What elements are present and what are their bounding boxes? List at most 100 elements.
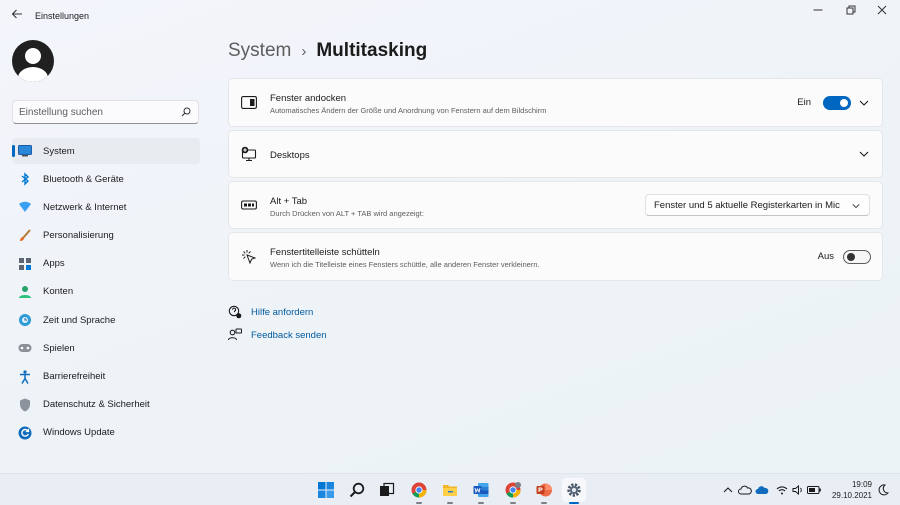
- back-button[interactable]: [9, 8, 25, 24]
- shake-cursor-icon: [241, 249, 257, 265]
- card-title: Fenstertitelleiste schütteln: [270, 247, 380, 258]
- chevron-down-icon[interactable]: [859, 98, 869, 108]
- sidebar-item-label: Barrierefreiheit: [43, 371, 106, 382]
- sidebar-item-label: Bluetooth & Geräte: [43, 173, 124, 185]
- tray-onedrive[interactable]: [738, 483, 752, 497]
- dropdown-value: Fenster und 5 aktuelle Registerkarten in…: [654, 200, 840, 211]
- feedback-link-text[interactable]: Feedback senden: [251, 330, 327, 341]
- onedrive-icon: [738, 485, 752, 495]
- sidebar-item-label: Netzwerk & Internet: [43, 201, 127, 213]
- file-explorer-icon: [443, 485, 457, 496]
- restore-icon: [846, 5, 856, 15]
- tray-wifi[interactable]: [775, 483, 789, 497]
- sidebar-item-label: Konten: [43, 286, 74, 298]
- bluetooth-icon: [18, 172, 32, 186]
- system-icon: [18, 144, 32, 158]
- snap-windows-card[interactable]: Fenster andocken Automatisches Ändern de…: [228, 78, 883, 127]
- avatar-body: [18, 67, 48, 82]
- sidebar-item-apps[interactable]: Apps: [12, 251, 200, 277]
- chevron-down-icon[interactable]: [859, 149, 869, 159]
- brush-icon: [18, 228, 32, 243]
- sidebar-item-accessibility[interactable]: Barrierefreiheit: [12, 364, 200, 390]
- help-link-text[interactable]: Hilfe anfordern: [251, 307, 313, 318]
- apps-icon: [18, 257, 32, 271]
- alt-tab-card: Alt + Tab Durch Drücken von ALT + TAB wi…: [228, 181, 883, 229]
- toggle-state-label: Ein: [797, 96, 811, 108]
- alt-tab-icon: [241, 197, 257, 213]
- task-view-button[interactable]: [375, 478, 399, 502]
- desktops-card[interactable]: Desktops: [228, 130, 883, 178]
- taskbar-clock[interactable]: 19:09 29.10.2021: [832, 479, 872, 501]
- sidebar-item-gaming[interactable]: Spielen: [12, 335, 200, 361]
- tray-battery[interactable]: [807, 483, 821, 497]
- snap-layout-icon: [241, 95, 257, 111]
- sidebar-item-accounts[interactable]: Konten: [12, 279, 200, 305]
- sidebar-item-personalization[interactable]: Personalisierung: [12, 223, 200, 249]
- sidebar-item-time-language[interactable]: Zeit und Sprache: [12, 307, 200, 333]
- feedback-icon: [228, 328, 242, 342]
- tray-overflow[interactable]: [721, 483, 735, 497]
- restore-button[interactable]: [839, 4, 863, 20]
- breadcrumb-parent[interactable]: System: [228, 40, 291, 62]
- avatar-head: [25, 48, 41, 64]
- breadcrumb: System › Multitasking: [228, 40, 427, 62]
- close-icon: [877, 5, 887, 15]
- help-link[interactable]: Hilfe anfordern: [228, 305, 313, 319]
- sidebar-item-system[interactable]: System: [12, 138, 200, 164]
- battery-icon: [807, 486, 821, 494]
- search-icon[interactable]: [181, 107, 191, 117]
- search-input[interactable]: [19, 104, 179, 121]
- taskbar-settings[interactable]: [562, 478, 586, 504]
- snap-windows-toggle[interactable]: [823, 95, 851, 110]
- taskbar-chrome[interactable]: [407, 478, 431, 504]
- moon-icon: [878, 484, 889, 496]
- sidebar-item-label: Datenschutz & Sicherheit: [43, 399, 150, 411]
- avatar[interactable]: [12, 40, 54, 82]
- search-box[interactable]: [12, 100, 199, 124]
- help-icon: [228, 305, 242, 319]
- page-title: Multitasking: [316, 40, 428, 61]
- taskbar: 19:09 29.10.2021: [0, 473, 900, 505]
- settings-icon: [567, 483, 581, 497]
- shield-icon: [18, 398, 32, 412]
- toggle-state-label: Aus: [817, 250, 834, 262]
- toggle-knob: [840, 98, 848, 107]
- feedback-link[interactable]: Feedback senden: [228, 328, 327, 342]
- start-button[interactable]: [314, 478, 338, 502]
- close-button[interactable]: [870, 4, 894, 20]
- sidebar-item-windows-update[interactable]: Windows Update: [12, 420, 200, 446]
- word-icon: [473, 483, 489, 497]
- toggle-knob: [847, 252, 855, 261]
- sidebar-item-label: Spielen: [43, 342, 75, 354]
- sidebar-item-label: Apps: [43, 258, 65, 270]
- onedrive-business-icon: [755, 486, 769, 494]
- taskbar-powerpoint[interactable]: [532, 478, 556, 504]
- volume-icon: [792, 485, 802, 495]
- chevron-up-icon: [723, 487, 733, 493]
- title-bar-shake-toggle[interactable]: [843, 249, 871, 264]
- sidebar-item-label: System: [43, 145, 75, 157]
- taskbar-search-button[interactable]: [345, 478, 369, 502]
- alt-tab-dropdown[interactable]: Fenster und 5 aktuelle Registerkarten in…: [645, 194, 870, 216]
- tray-volume[interactable]: [791, 483, 805, 497]
- sidebar-item-privacy[interactable]: Datenschutz & Sicherheit: [12, 392, 200, 418]
- gamepad-icon: [18, 341, 32, 355]
- title-bar: Einstellungen: [0, 0, 900, 32]
- chevron-down-icon: [852, 204, 860, 209]
- powerpoint-icon: [536, 483, 552, 497]
- accessibility-icon: [18, 369, 32, 384]
- sidebar-item-network[interactable]: Netzwerk & Internet: [12, 194, 200, 220]
- taskbar-chrome-profile[interactable]: [501, 478, 525, 504]
- minimize-button[interactable]: [806, 4, 830, 20]
- clock-time: 19:09: [851, 480, 872, 489]
- task-view-icon: [380, 482, 395, 496]
- tray-focus-assist[interactable]: [876, 483, 890, 497]
- sidebar-item-label: Zeit und Sprache: [43, 314, 116, 326]
- sidebar-item-bluetooth[interactable]: Bluetooth & Geräte: [12, 166, 200, 192]
- taskbar-file-explorer[interactable]: [438, 478, 462, 504]
- breadcrumb-separator: ›: [301, 42, 307, 60]
- tray-onedrive-business[interactable]: [755, 483, 769, 497]
- card-title: Fenster andocken: [270, 93, 347, 104]
- taskbar-word[interactable]: [469, 478, 493, 504]
- sidebar-item-label: Windows Update: [43, 427, 115, 439]
